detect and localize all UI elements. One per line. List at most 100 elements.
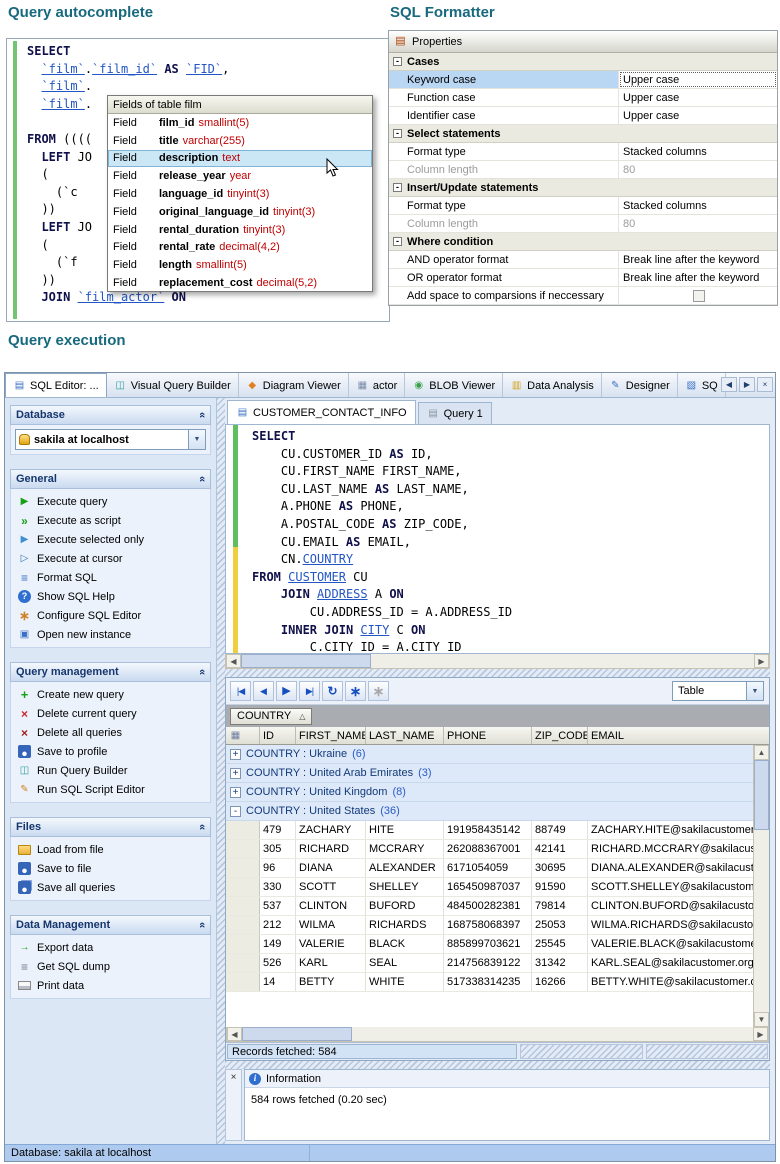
editor-hscrollbar[interactable]: ◀ ▶ — [225, 654, 770, 669]
table-row[interactable]: 537CLINTONBUFORD48450028238179814CLINTON… — [226, 897, 753, 916]
column-header[interactable]: FIRST_NAME — [296, 727, 366, 744]
sidebar-item[interactable]: Show SQL Help — [13, 587, 208, 606]
column-header[interactable]: PHONE — [444, 727, 532, 744]
scroll-down-icon[interactable]: ▼ — [754, 1012, 769, 1027]
sidebar-item[interactable]: Configure SQL Editor — [13, 606, 208, 625]
grid-vscrollbar[interactable]: ▲ ▼ — [753, 745, 769, 1027]
property-row[interactable]: Column length80 — [389, 161, 777, 179]
property-value[interactable]: Upper case — [619, 89, 777, 106]
autocomplete-item[interactable]: Fieldtitlevarchar(255) — [108, 132, 372, 150]
property-value[interactable]: 80 — [619, 161, 777, 178]
tab-sql-tab2[interactable]: SQ — [678, 373, 726, 398]
sidebar-item[interactable]: Load from file — [13, 840, 208, 859]
property-value[interactable] — [619, 287, 777, 304]
sidebar-item[interactable]: Delete current query — [13, 704, 208, 723]
collapse-icon[interactable]: - — [393, 129, 402, 138]
fetch-all-button[interactable] — [345, 681, 366, 701]
sidebar-item[interactable]: Export data — [13, 938, 208, 957]
next-record-button[interactable] — [276, 681, 297, 701]
scrollbar-track[interactable] — [352, 1027, 753, 1041]
sidebar-item[interactable]: Execute as script — [13, 511, 208, 530]
scroll-right-icon[interactable]: ▶ — [754, 654, 769, 668]
tab-sql-editor[interactable]: SQL Editor: ... — [5, 373, 107, 398]
tab-actor[interactable]: actor — [349, 373, 405, 398]
formatter-group-header[interactable]: -Cases — [389, 53, 777, 71]
property-row[interactable]: Format typeStacked columns — [389, 197, 777, 215]
close-tab-button[interactable]: × — [757, 377, 773, 392]
tab-diagram-viewer[interactable]: Diagram Viewer — [239, 373, 349, 398]
table-row[interactable]: 212WILMARICHARDS16875806839725053WILMA.R… — [226, 916, 753, 935]
sidebar-item[interactable]: Execute selected only — [13, 530, 208, 549]
property-row[interactable]: Identifier caseUpper case — [389, 107, 777, 125]
sidebar-item[interactable]: Print data — [13, 976, 208, 995]
scroll-right-icon[interactable]: ▶ — [753, 1027, 768, 1041]
expand-icon[interactable]: + — [230, 768, 241, 779]
section-header[interactable]: General — [10, 469, 211, 489]
sidebar-item[interactable]: Run SQL Script Editor — [13, 780, 208, 799]
table-row[interactable]: 96DIANAALEXANDER617105405930695DIANA.ALE… — [226, 859, 753, 878]
sidebar-item[interactable]: Open new instance — [13, 625, 208, 644]
database-panel-header[interactable]: Database — [10, 405, 211, 425]
group-row[interactable]: +COUNTRY : Ukraine(6) — [226, 745, 753, 764]
sidebar-item[interactable]: Execute query — [13, 492, 208, 511]
results-splitter[interactable] — [225, 669, 770, 677]
property-value[interactable]: Stacked columns — [619, 197, 777, 214]
info-splitter[interactable] — [225, 1061, 770, 1069]
property-row[interactable]: Format typeStacked columns — [389, 143, 777, 161]
sidebar-item[interactable]: Save all queries — [13, 878, 208, 897]
column-header[interactable]: ZIP_CODE — [532, 727, 588, 744]
property-value[interactable]: Break line after the keyword — [619, 269, 777, 286]
sidebar-item[interactable]: Create new query — [13, 685, 208, 704]
scrollbar-thumb[interactable] — [242, 1027, 352, 1041]
checkbox[interactable] — [693, 290, 705, 302]
collapse-icon[interactable]: - — [393, 183, 402, 192]
autocomplete-item[interactable]: Fieldrental_ratedecimal(4,2) — [108, 239, 372, 257]
close-info-button[interactable]: × — [225, 1069, 242, 1141]
property-row[interactable]: OR operator formatBreak line after the k… — [389, 269, 777, 287]
scrollbar-thumb[interactable] — [241, 654, 371, 668]
group-row[interactable]: -COUNTRY : United States(36) — [226, 802, 753, 821]
property-row[interactable]: Function caseUpper case — [389, 89, 777, 107]
column-header[interactable]: LAST_NAME — [366, 727, 444, 744]
autocomplete-item[interactable]: Fieldlengthsmallint(5) — [108, 256, 372, 274]
sidebar-splitter[interactable] — [217, 398, 225, 1144]
scrollbar-thumb[interactable] — [754, 760, 769, 830]
autocomplete-item[interactable]: Fieldoriginal_language_idtinyint(3) — [108, 203, 372, 221]
property-row[interactable]: Add space to comparsions if neccessary — [389, 287, 777, 305]
group-row[interactable]: +COUNTRY : United Kingdom(8) — [226, 783, 753, 802]
property-row[interactable]: Column length80 — [389, 215, 777, 233]
table-row[interactable]: 330SCOTTSHELLEY16545098703791590SCOTT.SH… — [226, 878, 753, 897]
first-record-button[interactable] — [230, 681, 251, 701]
table-row[interactable]: 14BETTYWHITE51733831423516266BETTY.WHITE… — [226, 973, 753, 992]
collapse-icon[interactable]: - — [393, 237, 402, 246]
sidebar-item[interactable]: Execute at cursor — [13, 549, 208, 568]
last-record-button[interactable] — [299, 681, 320, 701]
dropdown-arrow-icon[interactable]: ▼ — [188, 430, 205, 449]
grid-hscrollbar[interactable]: ◀ ▶ — [226, 1027, 769, 1042]
tab-blob-viewer[interactable]: BLOB Viewer — [405, 373, 503, 398]
dropdown-arrow-icon[interactable]: ▼ — [746, 682, 763, 700]
autocomplete-editor[interactable]: SELECT `film`.`film_id` AS `FID`, `film`… — [6, 38, 390, 322]
autocomplete-item[interactable]: Fieldlanguage_idtinyint(3) — [108, 185, 372, 203]
sidebar-item[interactable]: Save to profile — [13, 742, 208, 761]
property-row[interactable]: AND operator formatBreak line after the … — [389, 251, 777, 269]
sidebar-item[interactable]: Run Query Builder — [13, 761, 208, 780]
section-header[interactable]: Query management — [10, 662, 211, 682]
prior-record-button[interactable] — [253, 681, 274, 701]
tab-data-analysis[interactable]: Data Analysis — [503, 373, 602, 398]
section-header[interactable]: Data Management — [10, 915, 211, 935]
expand-icon[interactable]: + — [230, 787, 241, 798]
sidebar-item[interactable]: Format SQL — [13, 568, 208, 587]
sidebar-item[interactable]: Delete all queries — [13, 723, 208, 742]
tab-visual-query-builder[interactable]: Visual Query Builder — [107, 373, 239, 398]
table-row[interactable]: 149VALERIEBLACK88589970362125545VALERIE.… — [226, 935, 753, 954]
group-field-button[interactable]: COUNTRY — [230, 708, 312, 725]
property-value[interactable]: Break line after the keyword — [619, 251, 777, 268]
formatter-group-header[interactable]: -Insert/Update statements — [389, 179, 777, 197]
autocomplete-item[interactable]: Fieldreplacement_costdecimal(5,2) — [108, 274, 372, 292]
formatter-group-header[interactable]: -Select statements — [389, 125, 777, 143]
expand-icon[interactable]: + — [230, 749, 241, 760]
property-row[interactable]: Keyword caseUpper case — [389, 71, 777, 89]
editor-tab[interactable]: Query 1 — [418, 402, 492, 424]
sql-editor[interactable]: SELECT CU.CUSTOMER_ID AS ID, CU.FIRST_NA… — [225, 424, 770, 654]
